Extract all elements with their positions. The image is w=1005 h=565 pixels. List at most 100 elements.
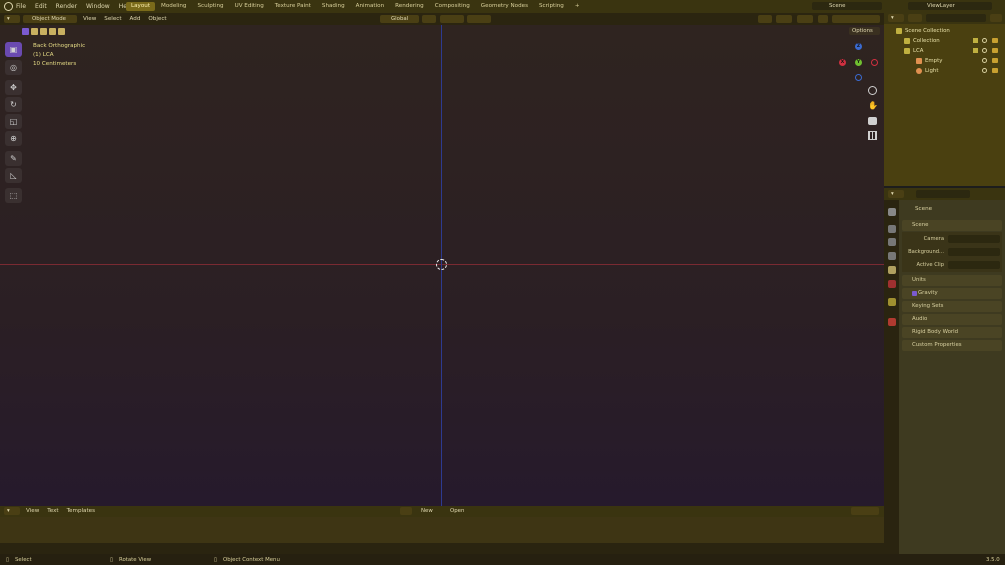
camera-render-icon[interactable] bbox=[992, 48, 998, 53]
viewlayer-selector[interactable]: ViewLayer bbox=[908, 2, 992, 10]
tab-uv-editing[interactable]: UV Editing bbox=[230, 2, 269, 11]
select-new-icon[interactable] bbox=[22, 28, 29, 35]
scene-tab-icon[interactable] bbox=[888, 266, 896, 274]
panel-gravity[interactable]: Gravity bbox=[902, 288, 1002, 299]
menu-render[interactable]: Render bbox=[56, 3, 77, 10]
tab-texture-paint[interactable]: Texture Paint bbox=[270, 2, 316, 11]
xray-toggle-icon[interactable] bbox=[818, 15, 828, 23]
pivot-icon[interactable] bbox=[422, 15, 436, 23]
tab-layout[interactable]: Layout bbox=[126, 2, 156, 11]
panel-units[interactable]: Units bbox=[902, 275, 1002, 286]
add-workspace-button[interactable]: + bbox=[570, 2, 585, 11]
gizmo-z-icon[interactable]: Z bbox=[855, 43, 862, 50]
ortho-grid-icon[interactable] bbox=[868, 131, 877, 140]
select-subtract-icon[interactable] bbox=[40, 28, 47, 35]
select-extend-icon[interactable] bbox=[31, 28, 38, 35]
select-invert-icon[interactable] bbox=[49, 28, 56, 35]
background-scene-field[interactable] bbox=[948, 248, 1000, 256]
tool-tab-icon[interactable] bbox=[888, 208, 896, 216]
properties-type-button[interactable]: ▾ bbox=[888, 190, 904, 198]
collection-tab-icon[interactable] bbox=[888, 298, 896, 306]
menu-edit[interactable]: Edit bbox=[35, 3, 47, 10]
proportional-edit-icon[interactable] bbox=[467, 15, 491, 23]
camera-field[interactable] bbox=[948, 235, 1000, 243]
select-intersect-icon[interactable] bbox=[58, 28, 65, 35]
eye-icon[interactable] bbox=[982, 38, 987, 43]
measure-tool-icon[interactable]: ◺ bbox=[5, 168, 22, 183]
cursor-tool-icon[interactable]: ◎ bbox=[5, 60, 22, 75]
gizmo-neg-z-icon[interactable] bbox=[855, 74, 862, 81]
gizmo-x-icon[interactable]: X bbox=[839, 59, 846, 66]
transform-tool-icon[interactable]: ⊕ bbox=[5, 131, 22, 146]
camera-render-icon[interactable] bbox=[992, 38, 998, 43]
world-tab-icon[interactable] bbox=[888, 280, 896, 288]
scale-tool-icon[interactable]: ◱ bbox=[5, 114, 22, 129]
tab-geometry-nodes[interactable]: Geometry Nodes bbox=[476, 2, 533, 11]
tab-shading[interactable]: Shading bbox=[317, 2, 350, 11]
gizmo-y-icon[interactable]: Y bbox=[855, 59, 862, 66]
exclude-checkbox[interactable] bbox=[973, 38, 978, 43]
overlay-toggle-icon[interactable] bbox=[797, 15, 813, 23]
tab-sculpting[interactable]: Sculpting bbox=[192, 2, 228, 11]
outliner-display-mode[interactable] bbox=[908, 14, 922, 22]
3d-cursor-icon[interactable] bbox=[436, 259, 447, 270]
panel-scene[interactable]: Scene bbox=[902, 220, 1002, 231]
mode-dropdown[interactable]: Object Mode bbox=[23, 15, 77, 23]
menu-file[interactable]: File bbox=[16, 3, 26, 10]
gizmo-toggle-icon[interactable] bbox=[776, 15, 792, 23]
new-text-button[interactable]: New bbox=[418, 507, 442, 515]
tab-rendering[interactable]: Rendering bbox=[390, 2, 429, 11]
shading-mode-buttons[interactable] bbox=[832, 15, 880, 23]
eye-icon[interactable] bbox=[982, 48, 987, 53]
options-dropdown[interactable]: Options bbox=[849, 27, 880, 35]
snap-icon[interactable] bbox=[440, 15, 464, 23]
text-menu-templates[interactable]: Templates bbox=[67, 508, 95, 514]
camera-render-icon[interactable] bbox=[992, 68, 998, 73]
menu-select[interactable]: Select bbox=[104, 16, 121, 22]
select-box-tool-icon[interactable]: ▣ bbox=[5, 42, 22, 57]
view-layer-tab-icon[interactable] bbox=[888, 252, 896, 260]
menu-view[interactable]: View bbox=[83, 16, 96, 22]
move-tool-icon[interactable]: ✥ bbox=[5, 80, 22, 95]
text-display-toggles[interactable] bbox=[851, 507, 879, 515]
outliner-scene-collection[interactable]: Scene Collection bbox=[884, 26, 1005, 35]
editor-type-button[interactable]: ▾ bbox=[4, 15, 20, 23]
menu-add[interactable]: Add bbox=[130, 16, 141, 22]
text-menu-text[interactable]: Text bbox=[47, 508, 58, 514]
annotate-tool-icon[interactable]: ✎ bbox=[5, 151, 22, 166]
render-tab-icon[interactable] bbox=[888, 225, 896, 233]
outliner-type-button[interactable]: ▾ bbox=[888, 14, 904, 22]
panel-keying-sets[interactable]: Keying Sets bbox=[902, 301, 1002, 312]
3d-viewport[interactable]: Back Orthographic (1) LCA 10 Centimeters… bbox=[0, 25, 884, 506]
visibility-icon[interactable] bbox=[758, 15, 772, 23]
exclude-checkbox[interactable] bbox=[973, 48, 978, 53]
text-datablock-icon[interactable] bbox=[400, 507, 412, 515]
panel-audio[interactable]: Audio bbox=[902, 314, 1002, 325]
camera-view-icon[interactable] bbox=[868, 117, 877, 125]
tab-compositing[interactable]: Compositing bbox=[430, 2, 475, 11]
open-text-button[interactable]: Open bbox=[447, 507, 473, 515]
transform-orientation-dropdown[interactable]: Global bbox=[380, 15, 419, 23]
eye-icon[interactable] bbox=[982, 58, 987, 63]
blender-logo-icon[interactable] bbox=[4, 2, 13, 11]
zoom-icon[interactable] bbox=[868, 86, 877, 95]
panel-custom-properties[interactable]: Custom Properties bbox=[902, 340, 1002, 351]
menu-window[interactable]: Window bbox=[86, 3, 110, 10]
outliner-filter-icon[interactable] bbox=[990, 14, 1002, 22]
text-menu-view[interactable]: View bbox=[26, 508, 39, 514]
gizmo-neg-x-icon[interactable] bbox=[871, 59, 878, 66]
camera-render-icon[interactable] bbox=[992, 58, 998, 63]
text-editor-type-button[interactable]: ▾ bbox=[4, 507, 20, 515]
menu-object[interactable]: Object bbox=[148, 16, 166, 22]
properties-search-input[interactable] bbox=[916, 190, 970, 198]
tab-animation[interactable]: Animation bbox=[351, 2, 390, 11]
text-editor-area[interactable] bbox=[0, 517, 884, 543]
add-cube-tool-icon[interactable]: ⬚ bbox=[5, 188, 22, 203]
outliner-search-input[interactable] bbox=[926, 14, 986, 22]
tab-modeling[interactable]: Modeling bbox=[156, 2, 191, 11]
pan-hand-icon[interactable]: ✋ bbox=[868, 101, 878, 110]
tab-scripting[interactable]: Scripting bbox=[534, 2, 569, 11]
gravity-checkbox[interactable] bbox=[912, 291, 917, 296]
eye-icon[interactable] bbox=[982, 68, 987, 73]
panel-rigid-body-world[interactable]: Rigid Body World bbox=[902, 327, 1002, 338]
